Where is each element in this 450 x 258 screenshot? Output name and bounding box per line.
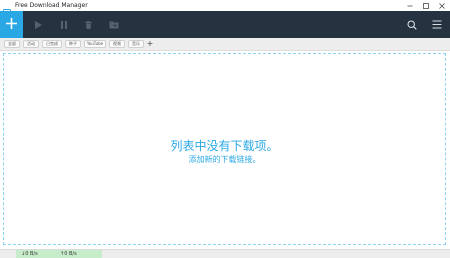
empty-list-message: 列表中没有下载项。 xyxy=(170,139,279,153)
search-icon[interactable] xyxy=(406,19,417,30)
filter-video-tab[interactable]: 视频 xyxy=(109,40,125,48)
close-window-button[interactable] xyxy=(434,0,450,11)
downloads-list[interactable]: 列表中没有下载项。 添加新的下载链接。 xyxy=(0,51,450,249)
speed-indicator[interactable]: ↓0 B/s ↑0 B/s xyxy=(16,250,102,258)
filter-active-tab[interactable]: 活动 xyxy=(23,40,39,48)
status-bar: ↓0 B/s ↑0 B/s xyxy=(0,249,450,258)
app-logo-icon xyxy=(3,2,11,17)
download-speed: ↓0 B/s xyxy=(21,251,38,257)
filter-completed-tab[interactable]: 已完成 xyxy=(42,40,62,48)
drop-zone[interactable]: 列表中没有下载项。 添加新的下载链接。 xyxy=(3,53,446,245)
add-download-link[interactable]: 添加新的下载链接。 xyxy=(4,154,445,165)
filter-bar: 全部 活动 已完成 种子 YouTube 视频 音乐 + xyxy=(0,38,450,51)
filter-music-tab[interactable]: 音乐 xyxy=(128,40,144,48)
filter-youtube-tab[interactable]: YouTube xyxy=(84,40,106,48)
hamburger-menu-icon[interactable] xyxy=(431,19,442,30)
folder-move-icon[interactable] xyxy=(108,19,119,30)
title-bar: Free Download Manager xyxy=(0,0,450,17)
trash-icon[interactable] xyxy=(83,19,94,30)
add-filter-button[interactable]: + xyxy=(146,39,154,49)
minimize-button[interactable] xyxy=(402,0,418,11)
maximize-button[interactable] xyxy=(418,0,434,11)
upload-speed: ↑0 B/s xyxy=(60,251,77,257)
play-icon[interactable] xyxy=(33,19,44,30)
pause-icon[interactable] xyxy=(58,19,69,30)
window-title: Free Download Manager xyxy=(15,2,88,9)
filter-torrents-tab[interactable]: 种子 xyxy=(65,40,81,48)
filter-all-tab[interactable]: 全部 xyxy=(4,40,20,48)
plus-icon xyxy=(5,15,18,34)
speed-mode-icon[interactable] xyxy=(4,251,12,258)
toolbar xyxy=(0,11,450,38)
add-download-button[interactable] xyxy=(0,11,23,38)
